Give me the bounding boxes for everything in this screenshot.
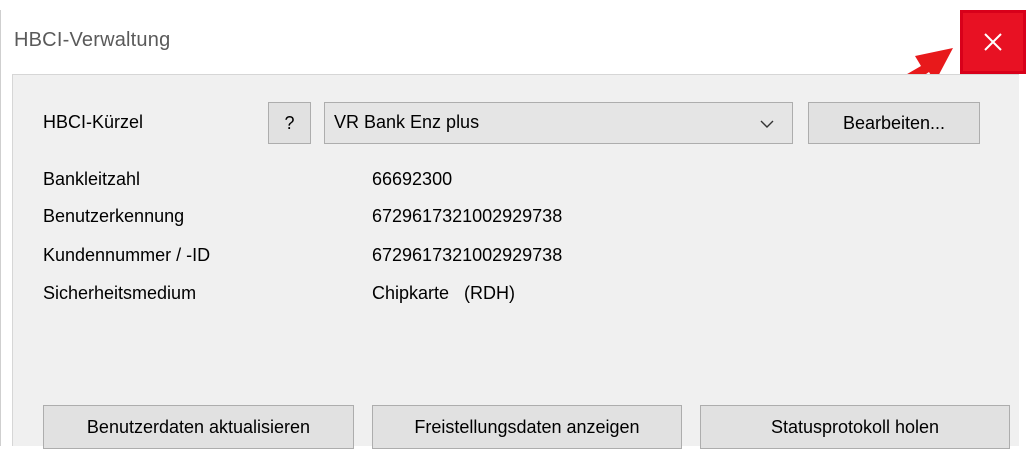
detail-label-sicherheitsmedium: Sicherheitsmedium — [43, 283, 197, 303]
update-user-data-button[interactable]: Benutzerdaten aktualisieren — [43, 405, 354, 449]
selected-bank: VR Bank Enz plus — [334, 112, 480, 132]
detail-value-sicherheitsmedium: Chipkarte (RDH) — [372, 283, 516, 303]
window-title: HBCI-Verwaltung — [14, 29, 171, 51]
close-button[interactable] — [963, 13, 1023, 71]
fetch-status-log-button[interactable]: Statusprotokoll holen — [700, 405, 1010, 449]
hbci-verwaltung-window: HBCI-Verwaltung HBCI-Kürzel ? VR Bank En… — [0, 10, 1028, 449]
detail-label-bankleitzahl: Bankleitzahl — [43, 169, 141, 189]
detail-value-benutzerkennung: 6729617321002929738 — [372, 206, 563, 226]
detail-label-benutzerkennung: Benutzerkennung — [43, 206, 185, 226]
detail-label-kundennummer: Kundennummer / -ID — [43, 245, 211, 265]
detail-value-kundennummer: 6729617321002929738 — [372, 245, 563, 265]
help-button[interactable]: ? — [268, 102, 311, 144]
hbci-kuerzel-select[interactable]: VR Bank Enz plus — [324, 102, 793, 144]
close-icon — [984, 33, 1002, 51]
show-exemption-data-button[interactable]: Freistellungsdaten anzeigen — [372, 405, 682, 449]
hbci-kuerzel-label: HBCI-Kürzel — [43, 112, 144, 132]
detail-value-bankleitzahl: 66692300 — [372, 169, 453, 189]
dialog-body: HBCI-Kürzel ? VR Bank Enz plus Bearbeite… — [12, 74, 1019, 449]
edit-button[interactable]: Bearbeiten... — [808, 102, 980, 144]
chevron-down-icon — [760, 120, 774, 128]
